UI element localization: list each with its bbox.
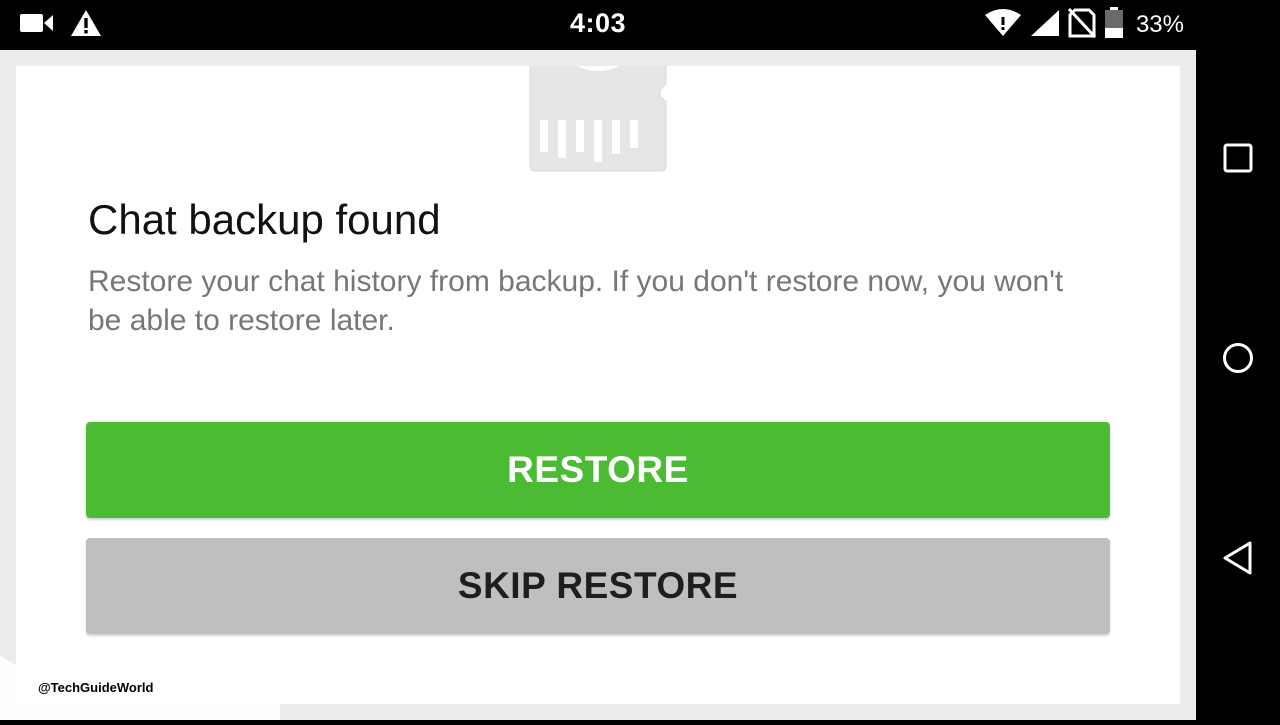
dialog-description: Restore your chat history from backup. I… bbox=[88, 265, 1064, 337]
status-bar: 4:03 33% bbox=[0, 0, 1196, 50]
recents-button[interactable] bbox=[1196, 118, 1280, 202]
square-icon bbox=[1223, 143, 1253, 178]
sd-card-icon bbox=[528, 66, 668, 177]
status-right-icons: 33% bbox=[984, 6, 1184, 44]
battery-icon bbox=[1104, 6, 1124, 44]
home-button[interactable] bbox=[1196, 318, 1280, 402]
app-content: Chat backup found Restore your chat hist… bbox=[0, 50, 1196, 720]
watermark-text: @TechGuideWorld bbox=[38, 680, 154, 695]
device-screen: 4:03 33% Chat backup found Restore your … bbox=[0, 0, 1280, 720]
backup-dialog-card: Chat backup found Restore your chat hist… bbox=[16, 66, 1180, 704]
circle-icon bbox=[1222, 342, 1254, 379]
back-triangle-icon bbox=[1222, 540, 1254, 581]
no-sim-icon bbox=[1067, 7, 1097, 43]
cell-signal-icon bbox=[1030, 9, 1060, 42]
skip-restore-button[interactable]: SKIP RESTORE bbox=[86, 538, 1110, 634]
back-button[interactable] bbox=[1196, 518, 1280, 602]
dialog-title: Chat backup found bbox=[88, 196, 441, 243]
navigation-bar bbox=[1196, 0, 1280, 720]
wifi-icon bbox=[984, 8, 1022, 42]
restore-button[interactable]: RESTORE bbox=[86, 422, 1110, 518]
battery-percent: 33% bbox=[1135, 11, 1184, 38]
